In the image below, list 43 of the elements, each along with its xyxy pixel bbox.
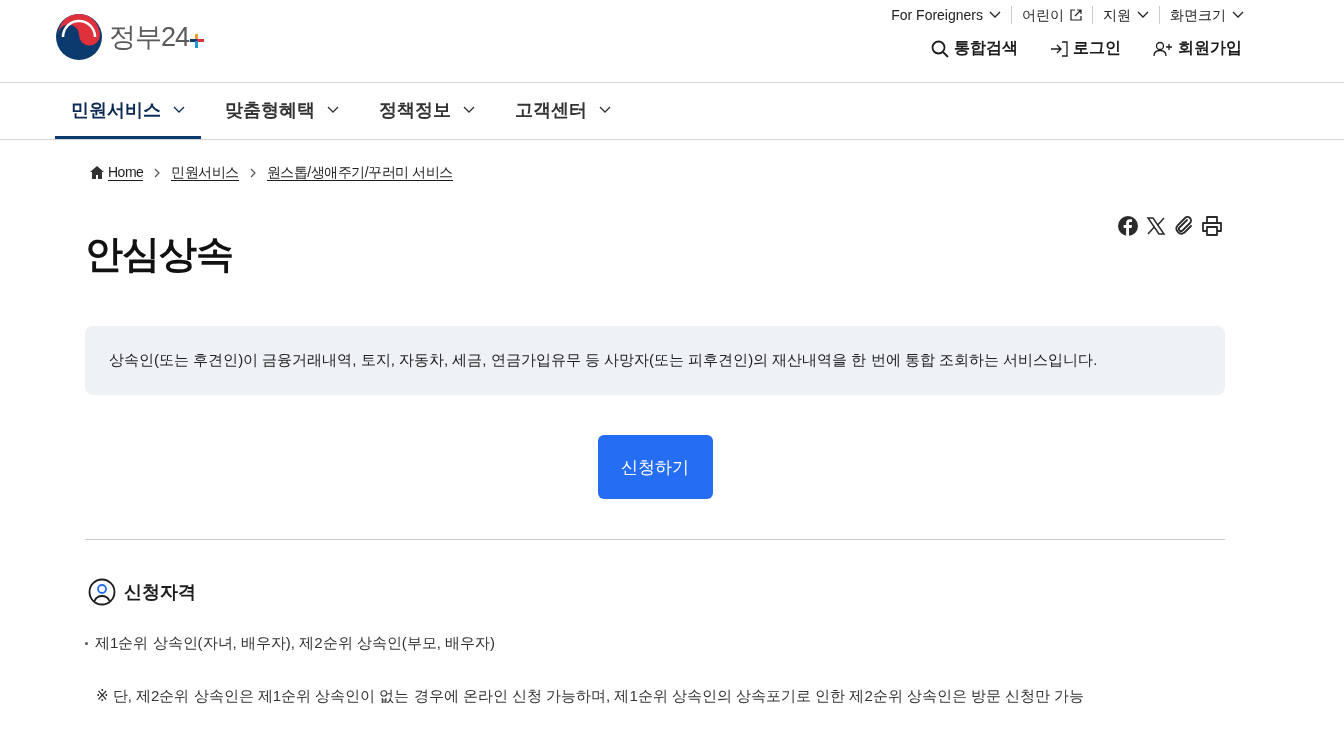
nav-tab[interactable]: 민원서비스 (55, 83, 201, 139)
facebook-icon[interactable] (1117, 215, 1139, 237)
bullet-dot (85, 642, 88, 645)
nav-tab[interactable]: 정책정보 (363, 83, 491, 139)
search-icon (931, 39, 949, 58)
print-icon[interactable] (1201, 215, 1223, 237)
breadcrumb-link[interactable]: 민원서비스 (171, 164, 239, 181)
external-link-icon (1070, 9, 1082, 21)
breadcrumb-link[interactable]: 원스톱/생애주기/꾸러미 서비스 (266, 164, 453, 181)
bullet-text: 제1순위 상속인(자녀, 배우자), 제2순위 상속인(부모, 배우자) (95, 634, 495, 653)
chevron-down-icon (1137, 11, 1149, 19)
logo-text[interactable]: 정부24 (109, 19, 205, 55)
note-text: ※ 단, 제2순위 상속인은 제1순위 상속인이 없는 경우에 온라인 신청 가능하며, 제1순위 상속인의 상속포기로 인한 제2순위 상속인은 방문 신청만 가능 (96, 687, 1086, 706)
utility-link[interactable]: 어린이 (1011, 6, 1092, 24)
breadcrumb-link[interactable]: Home (108, 164, 144, 181)
chevron-down-icon (173, 105, 185, 114)
user-circle-icon (88, 578, 116, 606)
chevron-right-icon (153, 167, 162, 178)
chevron-right-icon (248, 167, 257, 178)
add-user-icon (1153, 40, 1173, 57)
apply-button[interactable]: 신청하기 (597, 435, 713, 499)
nav-tab[interactable]: 맞춤형혜택 (209, 83, 355, 139)
home-icon (90, 166, 104, 179)
login-icon (1050, 40, 1068, 57)
chevron-down-icon (327, 105, 339, 114)
emblem-icon (55, 13, 103, 61)
chevron-down-icon (599, 105, 611, 114)
nav-tab[interactable]: 고객센터 (499, 83, 627, 139)
plus-icon (190, 34, 205, 48)
page-title: 안심상속 (85, 232, 233, 277)
chevron-down-icon (1232, 11, 1244, 19)
paperclip-icon[interactable] (1173, 215, 1195, 237)
service-description: 상속인(또는 후견인)이 금융거래내역, 토지, 자동차, 세금, 연금가입유무 등 사망자(또는 피후견인)의 재산내역을 한 번에 통합 조회하는 서비스입니다. (85, 326, 1225, 395)
x-logo-icon[interactable] (1145, 215, 1167, 237)
utility-link[interactable]: For Foreigners (881, 6, 1011, 24)
header-link[interactable]: 통합검색 (931, 38, 1018, 59)
chevron-down-icon (463, 105, 475, 114)
utility-link[interactable]: 화면크기 (1159, 6, 1248, 24)
section-heading: 신청자격 (124, 581, 196, 604)
chevron-down-icon (989, 11, 1001, 19)
header-link[interactable]: 로그인 (1050, 38, 1121, 59)
header-link[interactable]: 회원가입 (1153, 38, 1242, 59)
utility-link[interactable]: 지원 (1092, 6, 1159, 24)
